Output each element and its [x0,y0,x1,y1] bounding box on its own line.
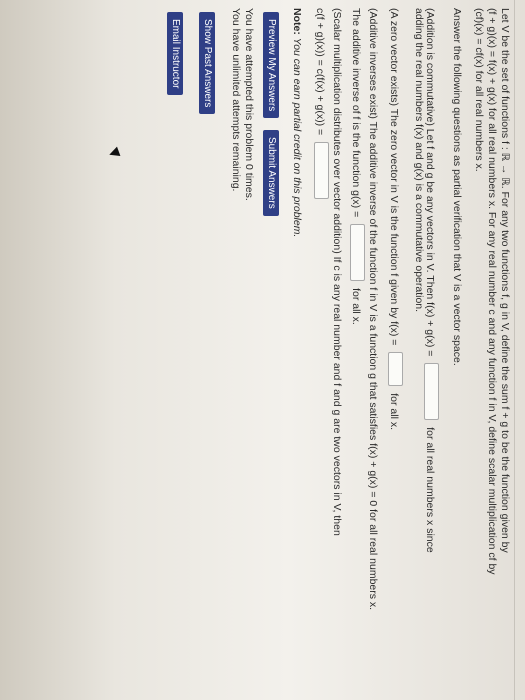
q2-text: (A zero vector exists) The zero vector i… [388,8,400,346]
top-divider [514,0,515,700]
intro-line-2: (f + g)(x) = f(x) + g(x) for all real nu… [486,8,498,575]
q1-suffix: for all real numbers x since [424,427,436,553]
note-label: Note: [291,8,303,35]
q2-suffix: for all x. [388,393,400,431]
q1-text: (Addition is commutative) Let f and g be… [424,8,436,357]
q3-suffix: for all x. [350,288,362,325]
question-commutative: (Addition is commutative) Let f and g be… [423,8,439,553]
answer-input-q4[interactable] [314,142,329,200]
answer-input-q3[interactable] [350,224,365,282]
intro-line-3: (cf)(x) = cf(x) for all real numbers x. [473,8,485,172]
q3-line-2: The additive inverse of f is the functio… [349,8,365,325]
question-additive-inverse: (Additive inverses exist) The additive i… [367,8,379,611]
q4-text: c(f + g)(x)) = c(f(x) + g(x)) = [314,8,326,136]
preview-answers-button[interactable]: Preview My Answers [263,12,279,119]
note-text: You can earn partial credit on this prob… [291,37,303,238]
q1-continuation: adding the real numbers f(x) and g(x) is… [413,8,425,313]
answer-input-q1[interactable] [424,363,439,421]
partial-credit-note: Note: You can earn partial credit on thi… [290,8,303,237]
mouse-cursor-icon [107,146,121,160]
attempts-status: You have attempted this problem 0 times. [243,8,255,201]
email-instructor-button[interactable]: Email Instructor [167,12,183,96]
question-zero-vector: (A zero vector exists) The zero vector i… [387,8,403,430]
q4-line-2: c(f + g)(x)) = c(f(x) + g(x)) = [313,8,329,203]
answer-input-q2[interactable] [388,352,403,387]
answer-prompt: Answer the following questions as partia… [451,8,463,366]
problem-view: Let V be the set of functions f : ℝ → ℝ.… [0,0,525,700]
question-scalar-distributes: (Scalar multiplication distributes over … [331,8,343,536]
intro-line-1: Let V be the set of functions f : ℝ → ℝ.… [499,8,511,553]
submit-answers-button[interactable]: Submit Answers [263,130,279,216]
q3-text: The additive inverse of f is the functio… [350,8,362,218]
show-past-answers-button[interactable]: Show Past Answers [199,12,215,115]
attempts-remaining: You have unlimited attempts remaining. [230,8,242,192]
